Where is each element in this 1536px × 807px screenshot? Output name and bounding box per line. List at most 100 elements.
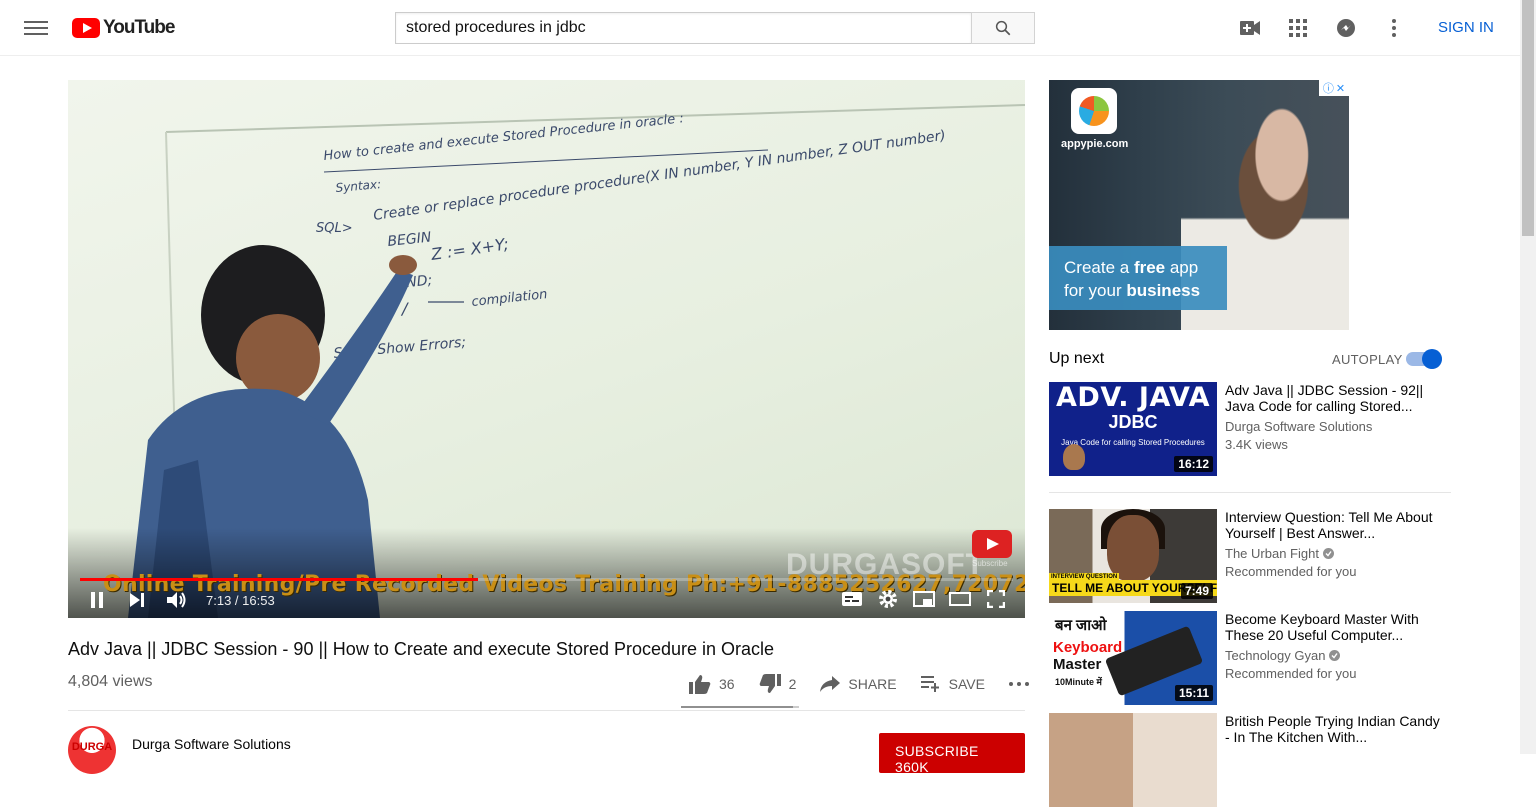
miniplayer-button[interactable] [913, 588, 935, 610]
video-thumbnail[interactable] [1049, 713, 1217, 807]
save-button[interactable]: SAVE [920, 676, 985, 692]
more-actions-button[interactable] [1008, 682, 1029, 686]
next-button[interactable] [126, 589, 148, 611]
board-line: / [400, 299, 409, 318]
thumb-text: बन जाओ [1055, 617, 1107, 634]
up-next-heading: Up next [1049, 350, 1105, 367]
messages-icon[interactable] [1334, 16, 1358, 40]
ad-info-icon[interactable]: ⓘ [1323, 80, 1334, 96]
theater-mode-button[interactable] [949, 588, 971, 610]
video-thumbnail[interactable]: बन जाओ Keyboard Master 10Minute में 15:1… [1049, 611, 1217, 705]
video-thumbnail[interactable]: INTERVIEW QUESTION TELL ME ABOUT YOURSEL… [1049, 509, 1217, 603]
settings-button[interactable] [877, 588, 899, 610]
captions-icon [842, 592, 862, 606]
apps-grid-icon[interactable] [1286, 16, 1310, 40]
video-title[interactable]: Become Keyboard Master With These 20 Use… [1225, 611, 1445, 643]
pause-icon [91, 592, 103, 608]
video-title[interactable]: Interview Question: Tell Me About Yourse… [1225, 509, 1445, 541]
ad-caption-bold: free [1133, 258, 1166, 277]
dislike-button[interactable]: 2 [759, 674, 797, 694]
verified-icon [1322, 548, 1334, 559]
video-duration: 15:11 [1174, 685, 1213, 701]
board-line: SQL> [316, 221, 353, 236]
video-title[interactable]: British People Trying Indian Candy - In … [1225, 713, 1445, 745]
recommended-video[interactable]: ADV. JAVA JDBC Java Code for calling Sto… [1049, 382, 1449, 476]
page-scrollbar[interactable] [1520, 0, 1536, 754]
video-channel: Durga Software Solutions [1225, 419, 1372, 434]
time-display: 7:13 / 16:53 [206, 592, 275, 608]
create-video-icon[interactable] [1238, 16, 1262, 40]
youtube-logo[interactable]: YouTube [72, 16, 175, 40]
verified-icon [1329, 650, 1341, 661]
pie-logo-icon [1079, 96, 1109, 126]
ad-close-button[interactable]: ⓘ ✕ [1319, 80, 1349, 96]
save-label: SAVE [948, 676, 985, 692]
subscribe-watermark-label: Subscribe [972, 559, 1008, 568]
video-duration: 16:12 [1174, 456, 1213, 472]
share-button[interactable]: SHARE [820, 676, 897, 692]
channel-subscribe-watermark[interactable] [972, 530, 1012, 558]
thumb-text: Master [1053, 656, 1102, 673]
display-ad[interactable]: appypie.com Create a free app for your b… [1049, 80, 1349, 330]
autoplay-toggle[interactable] [1406, 349, 1442, 369]
masthead: YouTube SIGN IN [0, 0, 1520, 56]
thumb-face [1107, 515, 1159, 581]
fullscreen-button[interactable] [985, 588, 1007, 610]
divider [1049, 492, 1451, 493]
pause-button[interactable] [86, 589, 108, 611]
video-meta: Recommended for you [1225, 564, 1357, 579]
youtube-play-icon [72, 18, 100, 38]
like-button[interactable]: 36 [689, 674, 735, 694]
ad-caption-text: app [1165, 258, 1199, 277]
thumb-text: JDBC [1108, 412, 1158, 432]
recommended-video[interactable]: INTERVIEW QUESTION TELL ME ABOUT YOURSEL… [1049, 509, 1449, 603]
captions-button[interactable] [841, 588, 863, 610]
progress-bar[interactable] [80, 578, 1013, 581]
search-icon [995, 20, 1011, 36]
autoplay-label: AUTOPLAY [1332, 352, 1403, 367]
video-meta: 3.4K views [1225, 437, 1288, 452]
thumbs-down-icon [759, 674, 781, 693]
channel-avatar[interactable]: DURGA [68, 726, 116, 774]
dislike-count: 2 [788, 676, 797, 692]
board-line: Syntax: [335, 177, 382, 195]
video-channel: The Urban Fight [1225, 546, 1334, 561]
scrollbar-thumb[interactable] [1522, 0, 1534, 236]
menu-icon[interactable] [24, 18, 48, 38]
more-horiz-icon [1008, 682, 1029, 686]
volume-button[interactable] [166, 589, 188, 611]
board-line: BEGIN [387, 229, 433, 250]
settings-more-icon[interactable] [1382, 16, 1406, 40]
video-meta: Recommended for you [1225, 666, 1357, 681]
next-icon [130, 593, 144, 607]
search-input[interactable] [395, 12, 971, 44]
close-icon[interactable]: ✕ [1336, 82, 1345, 95]
search-button[interactable] [971, 12, 1035, 44]
video-player[interactable]: How to create and execute Stored Procedu… [68, 80, 1025, 618]
channel-name[interactable]: Durga Software Solutions [132, 736, 291, 752]
subscribe-button[interactable]: SUBSCRIBE 360K [879, 733, 1025, 775]
sign-in-button[interactable]: SIGN IN [1438, 19, 1494, 36]
toggle-knob [1422, 349, 1442, 369]
gear-icon [879, 590, 897, 608]
ad-brand: appypie.com [1061, 138, 1129, 150]
video-channel: Technology Gyan [1225, 648, 1341, 663]
miniplayer-icon [913, 591, 935, 607]
video-duration: 7:49 [1180, 583, 1213, 599]
appypie-logo [1071, 88, 1117, 134]
thumbs-up-icon [689, 675, 711, 694]
divider [68, 710, 1025, 711]
thumb-face [1063, 444, 1085, 470]
ad-caption: Create a free app for your business [1049, 246, 1227, 310]
board-line: How to create and execute Stored Procedu… [323, 111, 685, 164]
theater-icon [949, 592, 971, 606]
search-bar [395, 12, 1035, 44]
share-icon [820, 676, 841, 692]
recommended-video[interactable]: British People Trying Indian Candy - In … [1049, 713, 1449, 807]
ad-caption-text: Create a [1064, 258, 1134, 277]
video-title[interactable]: Adv Java || JDBC Session - 92|| Java Cod… [1225, 382, 1445, 414]
board-line: compilation [471, 287, 548, 310]
video-thumbnail[interactable]: ADV. JAVA JDBC Java Code for calling Sto… [1049, 382, 1217, 476]
ad-caption-text: for your [1064, 281, 1127, 300]
recommended-video[interactable]: बन जाओ Keyboard Master 10Minute में 15:1… [1049, 611, 1449, 705]
